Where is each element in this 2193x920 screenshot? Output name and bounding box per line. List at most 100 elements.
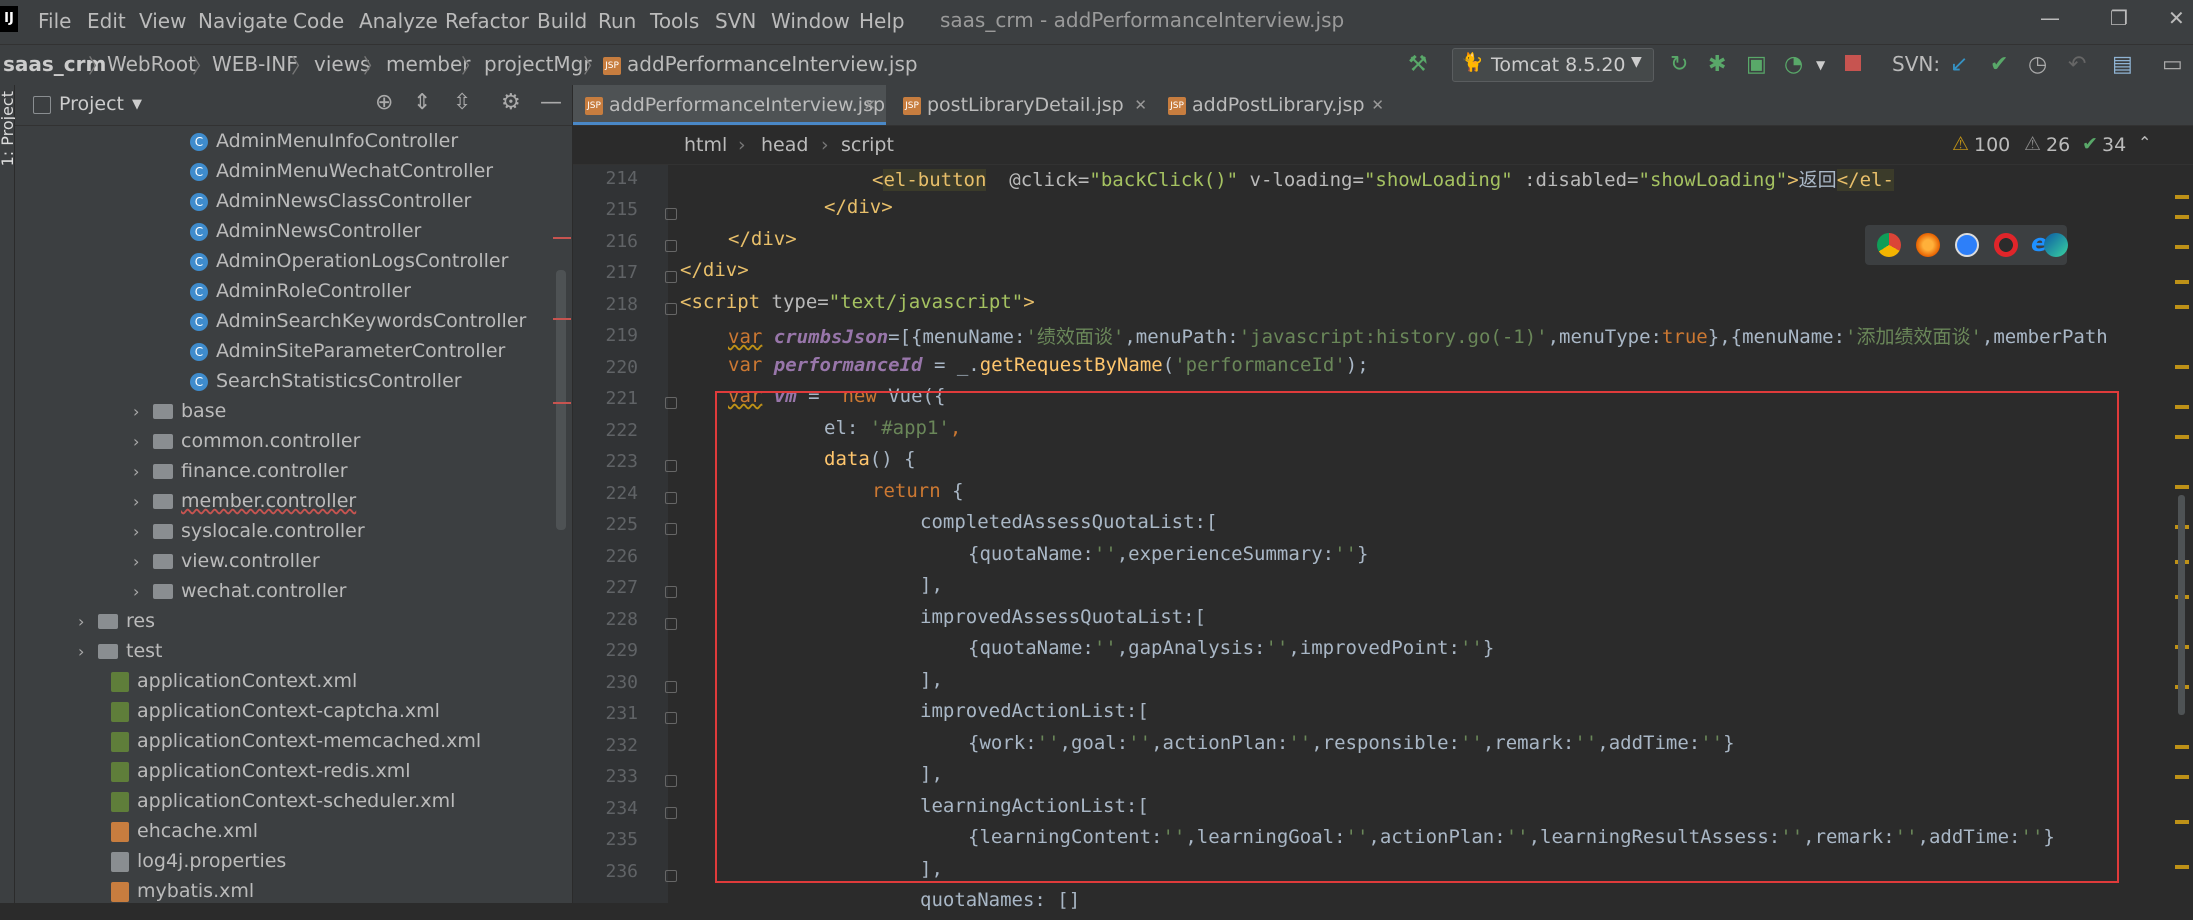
tree-file-item[interactable]: applicationContext-captcha.xml — [111, 700, 440, 730]
history-icon[interactable]: ◷ — [2028, 52, 2047, 77]
chevron-right-icon[interactable]: › — [78, 642, 98, 661]
tree-folder-item[interactable]: › res — [78, 610, 155, 640]
chevron-right-icon[interactable]: › — [133, 492, 153, 511]
tree-package-item[interactable]: › finance.controller — [133, 460, 348, 490]
menu-help[interactable]: Help — [859, 9, 905, 33]
warning-stripe[interactable] — [2175, 775, 2189, 779]
close-tab-icon[interactable]: ✕ — [863, 85, 876, 125]
tree-file-item[interactable]: applicationContext-scheduler.xml — [111, 790, 455, 820]
tree-file-item[interactable]: mybatis.xml — [111, 880, 254, 910]
firefox-icon[interactable] — [1916, 233, 1940, 257]
tree-class-item[interactable]: C AdminSearchKeywordsController — [190, 310, 526, 340]
close-tab-icon[interactable]: ✕ — [1371, 85, 1384, 125]
svn-update-icon[interactable]: ↙ — [1950, 52, 1968, 77]
warning-stripe[interactable] — [2175, 745, 2189, 749]
tree-class-item[interactable]: C AdminOperationLogsController — [190, 250, 508, 280]
tab-post-library-detail[interactable]: JSP postLibraryDetail.jsp ✕ — [903, 85, 1151, 125]
menu-window[interactable]: Window — [771, 9, 850, 33]
tree-folder-item[interactable]: › test — [78, 640, 163, 670]
project-structure-icon[interactable]: ▤ — [2112, 52, 2133, 77]
warning-stripe[interactable] — [2175, 215, 2189, 219]
warning-stripe[interactable] — [2175, 280, 2189, 284]
tree-class-item[interactable]: C AdminRoleController — [190, 280, 411, 310]
warning-stripe[interactable] — [2175, 245, 2189, 249]
menu-code[interactable]: Code — [293, 9, 344, 33]
warning-stripe[interactable] — [2175, 195, 2189, 199]
menu-view[interactable]: View — [139, 9, 186, 33]
warning-stripe[interactable] — [2175, 865, 2189, 869]
safari-icon[interactable] — [1955, 233, 1979, 257]
chrome-icon[interactable] — [1877, 233, 1901, 257]
previous-highlight-icon[interactable]: ⌃ — [2138, 133, 2151, 152]
tree-package-item[interactable]: › member.controller — [133, 490, 356, 520]
crumb-views[interactable]: views — [314, 52, 370, 76]
close-tab-icon[interactable]: ✕ — [1134, 85, 1147, 125]
gear-icon[interactable]: ⚙ — [501, 90, 521, 115]
menu-svn[interactable]: SVN — [715, 9, 756, 33]
menu-file[interactable]: File — [38, 9, 71, 33]
crumb-projectmgr[interactable]: projectMgr — [484, 52, 592, 76]
tree-package-item[interactable]: › wechat.controller — [133, 580, 347, 610]
warning-stripe[interactable] — [2175, 365, 2189, 369]
crumb-web-inf[interactable]: WEB-INF — [212, 52, 298, 76]
tree-class-item[interactable]: C SearchStatisticsController — [190, 370, 462, 400]
crumb-webroot[interactable]: WebRoot — [107, 52, 196, 76]
warning-stripe[interactable] — [2175, 405, 2189, 409]
menu-analyze[interactable]: Analyze — [359, 9, 438, 33]
crumb-member[interactable]: member — [386, 52, 471, 76]
menu-navigate[interactable]: Navigate — [198, 9, 288, 33]
close-icon[interactable]: ✕ — [2168, 6, 2185, 30]
tree-class-item[interactable]: C AdminMenuInfoController — [190, 130, 458, 160]
chevron-right-icon[interactable]: › — [133, 522, 153, 541]
tree-package-item[interactable]: › view.controller — [133, 550, 320, 580]
build-hammer-icon[interactable]: ⚒ — [1408, 52, 1428, 77]
breadcrumb-html[interactable]: html — [684, 134, 727, 156]
project-panel-title[interactable]: Project — [59, 93, 124, 115]
breadcrumb-head[interactable]: head — [761, 134, 808, 156]
tree-class-item[interactable]: C AdminMenuWechatController — [190, 160, 493, 190]
tree-class-item[interactable]: C AdminNewsClassController — [190, 190, 471, 220]
minimize-icon[interactable]: — — [2040, 6, 2060, 30]
warning-stripe[interactable] — [2175, 485, 2189, 489]
warning-stripe[interactable] — [2175, 435, 2189, 439]
tree-package-item[interactable]: › base — [133, 400, 226, 430]
chevron-down-icon[interactable]: ▼ — [1816, 58, 1825, 72]
chevron-right-icon[interactable]: › — [133, 582, 153, 601]
chevron-right-icon[interactable]: › — [133, 552, 153, 571]
editor-scrollbar[interactable] — [2170, 165, 2193, 903]
breadcrumb-script[interactable]: script — [841, 134, 894, 156]
tree-file-item[interactable]: ehcache.xml — [111, 820, 258, 850]
stop-icon[interactable] — [1845, 55, 1861, 71]
restore-icon[interactable]: ❐ — [2110, 6, 2128, 30]
profile-icon[interactable]: ◔ — [1784, 52, 1803, 77]
layout-icon[interactable]: ▭ — [2162, 52, 2183, 77]
chevron-down-icon[interactable]: ▼ — [132, 97, 142, 112]
inspection-widget[interactable]: ⚠ 100 ⚠ 26 ✔ 34 ⌃ — [1938, 126, 2170, 164]
menu-edit[interactable]: Edit — [87, 9, 126, 33]
menu-build[interactable]: Build — [537, 9, 587, 33]
tree-file-item[interactable]: applicationContext.xml — [111, 670, 357, 700]
tree-class-item[interactable]: C AdminSiteParameterController — [190, 340, 505, 370]
tree-package-item[interactable]: › common.controller — [133, 430, 360, 460]
tree-file-item[interactable]: log4j.properties — [111, 850, 286, 880]
tab-add-post-library[interactable]: JSP addPostLibrary.jsp ✕ — [1168, 85, 1388, 125]
locate-icon[interactable]: ⊕ — [375, 90, 393, 115]
coverage-icon[interactable]: ▣ — [1746, 52, 1767, 77]
crumb-file[interactable]: JSP addPerformanceInterview.jsp — [603, 52, 918, 76]
opera-icon[interactable] — [1994, 233, 2018, 257]
debug-icon[interactable]: ✱ — [1708, 52, 1726, 77]
menu-tools[interactable]: Tools — [650, 9, 699, 33]
menu-run[interactable]: Run — [598, 9, 636, 33]
tree-package-item[interactable]: › syslocale.controller — [133, 520, 365, 550]
expand-all-icon[interactable]: ⇕ — [413, 90, 431, 115]
chevron-right-icon[interactable]: › — [133, 402, 153, 421]
scrollbar-thumb[interactable] — [556, 270, 566, 530]
menu-refactor[interactable]: Refactor — [445, 9, 529, 33]
scrollbar-thumb[interactable] — [2178, 495, 2185, 715]
chevron-right-icon[interactable]: › — [133, 432, 153, 451]
chevron-right-icon[interactable]: › — [78, 612, 98, 631]
rerun-icon[interactable]: ↻ — [1670, 52, 1688, 77]
tab-add-performance-interview[interactable]: JSP addPerformanceInterview.jsp ✕ — [573, 85, 886, 125]
svn-commit-icon[interactable]: ✔ — [1990, 52, 2008, 77]
revert-icon[interactable]: ↶ — [2068, 52, 2086, 77]
